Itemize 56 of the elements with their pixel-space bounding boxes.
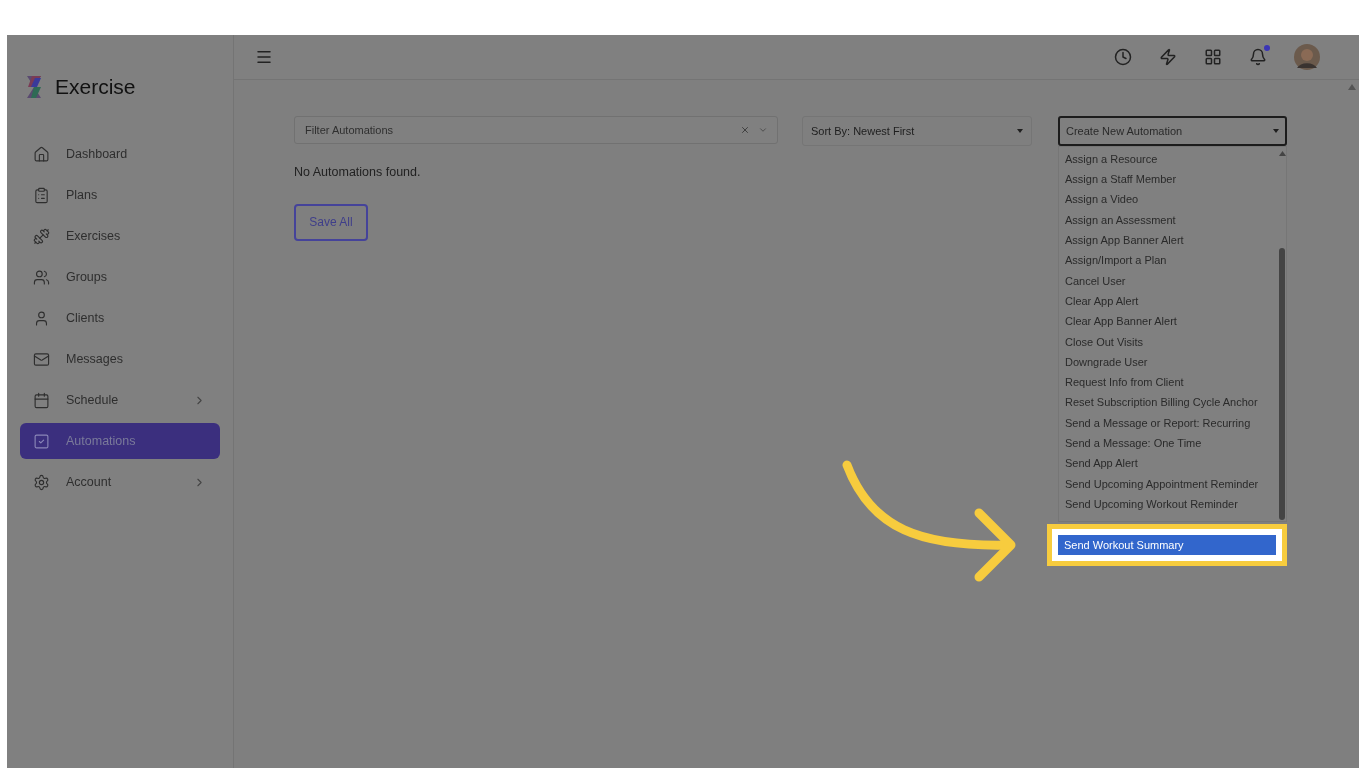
people-icon bbox=[33, 268, 50, 286]
scrollbar[interactable] bbox=[1278, 149, 1286, 521]
dropdown-option[interactable]: Reset Subscription Billing Cycle Anchor bbox=[1059, 392, 1278, 413]
scroll-up-icon[interactable] bbox=[1278, 151, 1286, 156]
sidebar-item[interactable]: Messages bbox=[20, 341, 220, 377]
calendar-icon bbox=[33, 391, 50, 409]
dropdown-option[interactable]: Close Out Visits bbox=[1059, 331, 1278, 352]
notification-bell-icon[interactable] bbox=[1249, 48, 1267, 66]
avatar[interactable] bbox=[1294, 44, 1320, 70]
sidebar-item[interactable]: Schedule bbox=[20, 382, 220, 418]
dropdown-option[interactable]: Downgrade User bbox=[1059, 351, 1278, 373]
sidebar-item[interactable]: Exercises bbox=[20, 218, 220, 254]
dropdown-option[interactable]: Clear App Alert bbox=[1059, 291, 1278, 312]
clock-icon[interactable] bbox=[1114, 48, 1132, 66]
dropdown-option[interactable]: Cancel User bbox=[1059, 270, 1278, 292]
lightning-icon[interactable] bbox=[1159, 48, 1177, 66]
sidebar-item[interactable]: Automations bbox=[20, 423, 220, 459]
clear-icon[interactable] bbox=[740, 125, 750, 135]
dropdown-option[interactable]: Send a Message or Report: Recurring bbox=[1059, 412, 1278, 434]
dropdown-option[interactable]: Assign a Video bbox=[1059, 189, 1278, 210]
envelope-icon bbox=[33, 350, 50, 368]
dropdown-option[interactable]: Send App Alert bbox=[1059, 453, 1278, 474]
dropdown-option[interactable]: Send Workout Summary bbox=[1058, 535, 1276, 555]
caret-icon bbox=[1017, 129, 1023, 133]
sidebar-item[interactable]: Dashboard bbox=[20, 136, 220, 172]
settings-icon bbox=[33, 473, 50, 491]
dropdown-option[interactable]: Assign a Resource bbox=[1059, 149, 1278, 170]
save-all-button[interactable]: Save All bbox=[294, 203, 368, 241]
filter-field[interactable]: Filter Automations bbox=[294, 116, 778, 144]
page-scroll-up-icon[interactable] bbox=[1348, 84, 1356, 90]
home-icon bbox=[33, 145, 50, 163]
dropdown-option[interactable]: Send Upcoming Workout Reminder bbox=[1059, 494, 1278, 515]
menu-icon[interactable] bbox=[255, 48, 273, 66]
create-automation-select[interactable]: Create New Automation bbox=[1058, 116, 1287, 146]
dropdown-option[interactable]: Assign App Banner Alert bbox=[1059, 230, 1278, 251]
sidebar-item[interactable]: Plans bbox=[20, 177, 220, 213]
dropdown-option[interactable]: Assign a Staff Member bbox=[1059, 169, 1278, 190]
caret-icon[interactable] bbox=[758, 125, 768, 135]
dropdown-option[interactable]: Assign/Import a Plan bbox=[1059, 250, 1278, 271]
dropdown-option[interactable]: Request Info from Client bbox=[1059, 372, 1278, 393]
brand-name: Exercise bbox=[55, 74, 136, 101]
sort-select[interactable]: Sort By: Newest First bbox=[802, 116, 1032, 146]
dropdown-option[interactable]: Clear App Banner Alert bbox=[1059, 311, 1278, 332]
caret-icon bbox=[1273, 129, 1279, 133]
dumbbell-icon bbox=[33, 227, 50, 245]
empty-message: No Automations found. bbox=[294, 164, 422, 181]
dropdown-option[interactable]: Assign an Assessment bbox=[1059, 209, 1278, 231]
clipboard-icon bbox=[33, 186, 50, 204]
dropdown-option[interactable]: Send Upcoming Appointment Reminder bbox=[1059, 473, 1278, 495]
sidebar-item[interactable]: Clients bbox=[20, 300, 220, 336]
person-icon bbox=[33, 309, 50, 327]
dropdown-option[interactable]: Send a Message: One Time bbox=[1059, 433, 1278, 454]
apps-grid-icon[interactable] bbox=[1204, 48, 1222, 66]
checkbox-icon bbox=[33, 432, 50, 450]
sidebar-item[interactable]: Groups bbox=[20, 259, 220, 295]
sidebar-item[interactable]: Account bbox=[20, 464, 220, 500]
